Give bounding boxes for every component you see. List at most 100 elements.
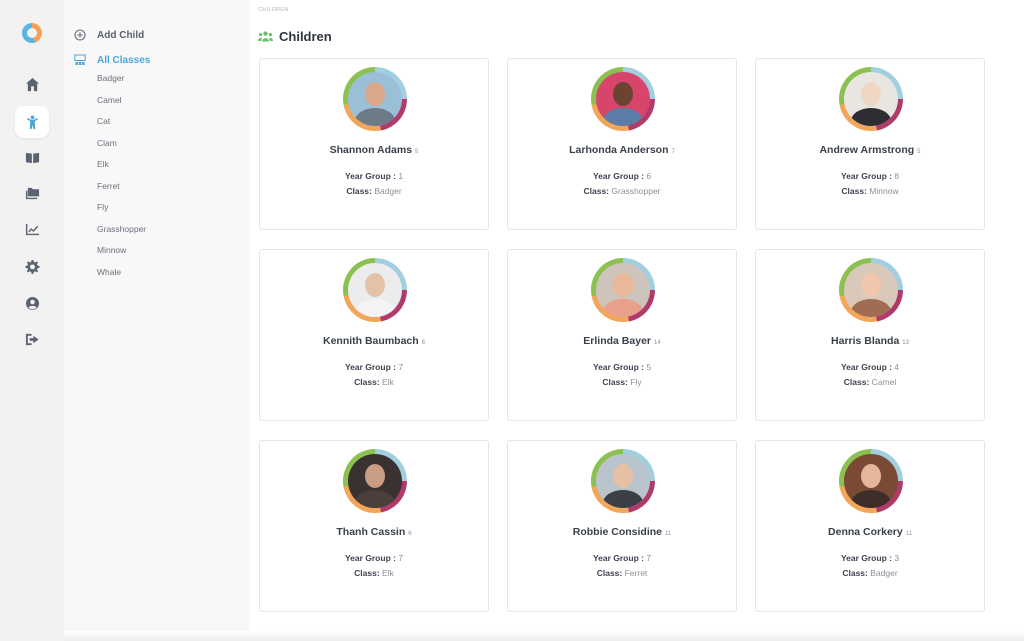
user-circle-icon [25,296,39,310]
class-item-grasshopper[interactable]: Grasshopper [97,219,146,241]
class-item-cat[interactable]: Cat [97,111,146,133]
child-age: 13 [902,340,909,346]
child-card[interactable]: Harris Blanda 13 Year Group : 4 Class: Ca… [755,249,985,421]
year-group-value: 4 [894,362,900,372]
class-value: Minnow [869,186,899,196]
child-card[interactable]: Andrew Armstrong 5 Year Group : 8 Class: … [755,58,985,230]
class-item-minnow[interactable]: Minnow [97,240,146,262]
year-group-label: Year Group : [840,171,892,181]
class-item-fly[interactable]: Fly [97,197,146,219]
child-age: 7 [671,149,675,155]
year-group-label: Year Group : [592,553,644,563]
plus-circle-icon [74,29,86,41]
class-item-badger[interactable]: Badger [97,68,146,90]
child-age: 5 [917,149,921,155]
year-group-label: Year Group : [840,553,892,563]
year-group-value: 7 [398,362,404,372]
child-card[interactable]: Shannon Adams 5 Year Group : 1 Class: Bad… [259,58,489,230]
nav-folders[interactable] [15,177,49,209]
class-label: Class: [583,186,609,196]
chart-icon [25,223,39,235]
nav-account[interactable] [15,287,49,319]
class-item-elk[interactable]: Elk [97,154,146,176]
class-label: Class: [842,568,868,578]
nav-settings[interactable] [15,250,49,282]
class-label: Class: [841,186,867,196]
child-card[interactable]: Thanh Cassin 6 Year Group : 7 Class: Elk [259,440,489,612]
child-avatar [591,449,655,513]
icon-sidebar [0,0,64,641]
class-value: Fly [630,377,642,387]
page-header: Children [258,29,332,44]
add-child-label: Add Child [97,29,145,41]
child-avatar [839,449,903,513]
nav-reports[interactable] [15,213,49,245]
class-label: Class: [843,377,870,387]
class-label: Class: [354,568,380,578]
class-label: Class: [354,377,380,387]
child-card[interactable]: Erlinda Bayer 14 Year Group : 5 Class: Fl… [507,249,737,421]
child-name: Shannon Adams [329,144,413,156]
class-value: Ferret [624,568,648,578]
child-age: 11 [905,531,912,537]
child-icon [26,114,38,129]
breadcrumb: CHILDREN [258,7,289,13]
class-sidebar: Add Child All Classes Badger Camel Cat C… [64,0,250,641]
main-content: CHILDREN Children Shannon Adams 5 Year Gr… [250,0,1024,641]
class-item-whale[interactable]: Whale [97,262,146,284]
child-card[interactable]: Larhonda Anderson 7 Year Group : 6 Class:… [507,58,737,230]
child-name: Erlinda Bayer [583,335,651,347]
child-name: Andrew Armstrong [819,144,915,156]
year-group-value: 7 [398,553,404,563]
class-value: Camel [871,377,897,387]
child-name: Robbie Considine [572,526,662,538]
child-age: 14 [654,340,661,346]
year-group-label: Year Group : [344,362,396,372]
child-card[interactable]: Denna Corkery 11 Year Group : 3 Class: Ba… [755,440,985,612]
nav-home[interactable] [15,68,49,100]
child-age: 11 [665,531,672,537]
child-card[interactable]: Kennith Baumbach 6 Year Group : 7 Class: … [259,249,489,421]
gear-icon [24,259,40,274]
child-avatar [343,258,407,322]
class-label: Class: [596,568,623,578]
nav-logout[interactable] [15,323,49,355]
year-group-value: 3 [894,553,900,563]
nav-library[interactable] [15,141,49,173]
group-icon [258,31,273,42]
add-child-link[interactable]: Add Child [74,27,144,43]
child-name: Thanh Cassin [336,526,406,538]
year-group-label: Year Group : [840,362,892,372]
child-avatar [839,67,903,131]
child-avatar [591,258,655,322]
app-logo[interactable] [22,23,42,43]
year-group-value: 1 [398,171,404,181]
home-icon [25,77,39,91]
child-name: Denna Corkery [828,526,903,538]
year-group-value: 6 [646,171,652,181]
class-item-clam[interactable]: Clam [97,133,146,155]
class-value: Elk [382,377,394,387]
class-item-camel[interactable]: Camel [97,90,146,112]
children-grid: Shannon Adams 5 Year Group : 1 Class: Bad… [259,58,986,641]
nav-children[interactable] [15,106,49,138]
year-group-label: Year Group : [592,362,644,372]
scroll-fade [64,631,1024,641]
child-card[interactable]: Robbie Considine 11 Year Group : 7 Class:… [507,440,737,612]
class-value: Grasshopper [611,186,661,196]
child-avatar [591,67,655,131]
logout-icon [25,333,39,345]
page-title: Children [279,29,332,44]
class-item-ferret[interactable]: Ferret [97,176,146,198]
year-group-label: Year Group : [344,553,396,563]
classroom-icon [74,54,86,66]
child-name: Harris Blanda [831,335,900,347]
class-list: Badger Camel Cat Clam Elk Ferret Fly Gra… [97,68,146,283]
all-classes-link[interactable]: All Classes [74,52,150,68]
child-age: 5 [415,149,419,155]
class-value: Badger [374,186,402,196]
class-label: Class: [346,186,372,196]
child-avatar [839,258,903,322]
folders-icon [25,187,39,199]
year-group-value: 7 [646,553,652,563]
